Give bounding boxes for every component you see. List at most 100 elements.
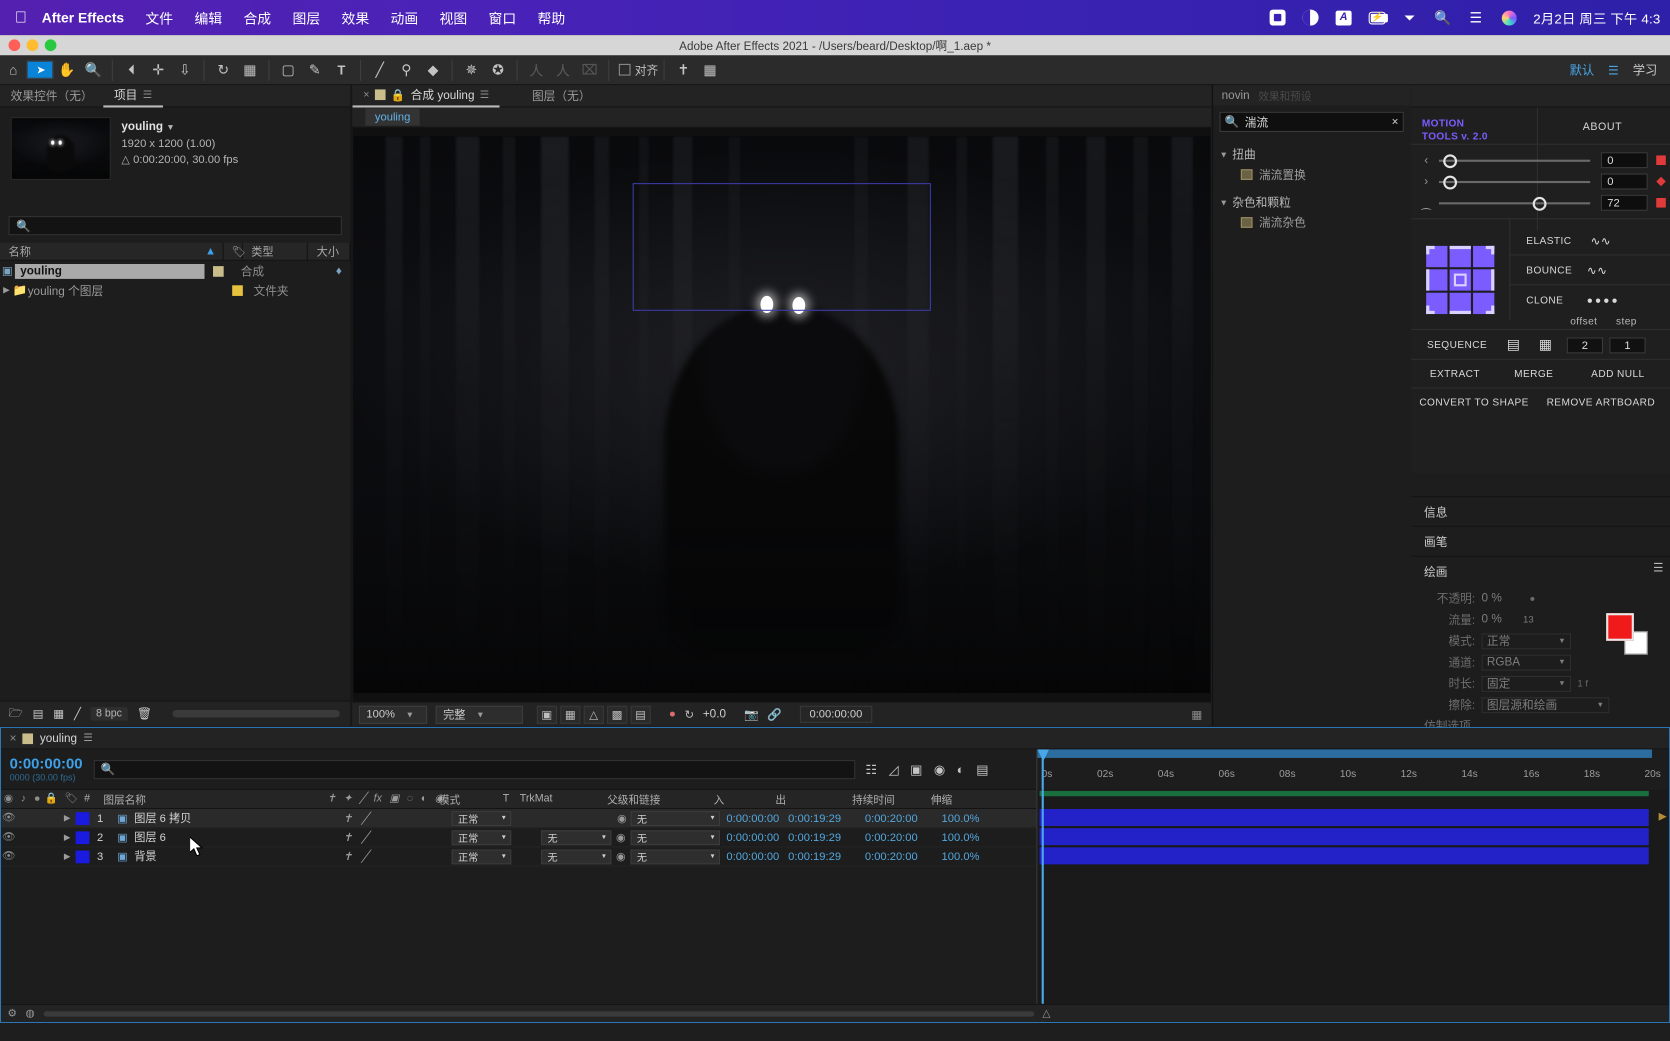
chevron-right-icon[interactable]: › [1420, 176, 1433, 189]
paint-erase-select[interactable]: 图层源和绘画 ▼ [1481, 696, 1610, 713]
close-icon[interactable]: × [363, 89, 369, 101]
project-row-folder[interactable]: ▶ 📁 youling 个图层 文件夹 [0, 281, 350, 299]
chevron-down-icon[interactable]: ▼ [1220, 150, 1228, 160]
anchor-middle-right[interactable] [1473, 269, 1495, 291]
battery-charging-icon[interactable]: ⚡ [1368, 9, 1388, 26]
layer-stretch[interactable]: 100.0% [937, 850, 990, 863]
adjustment-icon[interactable]: ◐ [421, 793, 427, 805]
sort-ascending-icon[interactable]: ▲ [205, 245, 222, 258]
paint-field-opacity[interactable]: 不透明: 0 % ● [1411, 588, 1670, 609]
unified-camera-tool[interactable]: ✛ [145, 57, 172, 83]
slider-value-right[interactable]: 0 [1600, 173, 1648, 190]
region-of-interest-tool[interactable]: ▦ [236, 57, 263, 83]
snapshot-icon[interactable]: 📷 [744, 707, 759, 721]
sequence-offset-value[interactable]: 2 [1566, 337, 1603, 354]
slider-indicator-left[interactable] [1656, 155, 1666, 165]
chevron-right-icon[interactable]: ▶ [59, 832, 76, 842]
tab-partial-label[interactable]: novin [1213, 89, 1250, 102]
solo-icon[interactable]: ● [31, 793, 44, 805]
paint-field-erase[interactable]: 擦除: 图层源和绘画 ▼ [1411, 694, 1670, 715]
layer-label-color[interactable] [75, 850, 90, 863]
chevron-right-icon[interactable]: ▶ [59, 813, 76, 823]
column-in[interactable]: 入 [714, 791, 776, 807]
contrast-icon[interactable] [1302, 9, 1319, 26]
convert-to-shape-button[interactable]: CONVERT TO SHAPE [1416, 390, 1533, 416]
paint-channels-select[interactable]: RGBA ▼ [1481, 654, 1572, 671]
layer-in[interactable]: 0:00:00:00 [720, 850, 782, 863]
puppet-pin-tool[interactable]: ✪ [485, 57, 512, 83]
column-type[interactable]: 类型 [243, 242, 309, 261]
chevron-down-icon[interactable]: ▼ [1220, 197, 1228, 207]
workspace-default[interactable]: 默认 [1570, 61, 1594, 78]
layer-bar-3[interactable] [1039, 847, 1649, 865]
layer-label-color[interactable] [75, 811, 90, 825]
clear-search-icon[interactable]: × [1392, 115, 1399, 128]
chevron-right-icon[interactable]: ▶ [0, 285, 13, 295]
siri-icon[interactable] [1500, 9, 1517, 26]
composition-canvas[interactable] [353, 136, 1210, 693]
composition-preview-icon[interactable]: ▦ [697, 57, 724, 83]
column-label-swatch[interactable]: 🏷 [224, 242, 246, 261]
menu-item-layer[interactable]: 图层 [292, 7, 320, 27]
add-null-button[interactable]: ADD NULL [1575, 361, 1660, 387]
timeline-horizontal-scrollbar[interactable] [43, 1010, 1034, 1017]
project-row-label-color[interactable] [232, 284, 243, 296]
anchor-point-grid[interactable] [1426, 245, 1495, 315]
tab-effects-and-presets-label[interactable]: 效果和预设 [1258, 87, 1311, 104]
channel-icon[interactable]: ● [669, 708, 676, 721]
brush-tool[interactable]: ╱ [366, 57, 393, 83]
work-area-bar[interactable] [1037, 749, 1652, 758]
resolution-select[interactable]: 完整 ▼ [435, 705, 523, 724]
column-size[interactable]: 大小 [308, 242, 351, 261]
hide-shy-layers-icon[interactable]: ▣ [910, 762, 922, 777]
puppet-starch-tool[interactable]: 人 [550, 57, 577, 83]
composition-viewer[interactable] [352, 127, 1212, 702]
control-center-icon[interactable]: ☰ [1467, 9, 1484, 26]
apple-logo-icon[interactable]:  [15, 10, 27, 26]
draft-3d-icon[interactable]: ◿ [889, 762, 899, 777]
slider-indicator-collapse[interactable] [1656, 197, 1666, 208]
roto-brush-tool[interactable]: ✵ [458, 57, 485, 83]
remove-artboard-button[interactable]: REMOVE ARTBOARD [1537, 390, 1665, 416]
layer-bar-2[interactable] [1039, 828, 1649, 846]
close-icon[interactable]: × [10, 732, 17, 745]
chevron-right-icon[interactable]: ▶ [59, 852, 76, 862]
layer-trkmat-select[interactable]: 无 ▼ [541, 848, 612, 864]
project-row-label-color[interactable] [213, 265, 224, 277]
timeline-zoom-out-icon[interactable]: ◍ [26, 1008, 35, 1020]
audio-icon[interactable]: ♪ [16, 793, 31, 805]
tab-layer[interactable]: 图层（无） [521, 85, 601, 107]
composition-mini-flowchart-icon[interactable]: ☷ [865, 762, 876, 777]
parent-pickwhip-icon[interactable]: ◉ [611, 831, 630, 844]
shy-icon[interactable]: ✝ [343, 831, 352, 844]
quality-icon[interactable]: ╱ [360, 793, 366, 805]
quality-icon[interactable]: ╱ [362, 812, 369, 825]
menu-item-help[interactable]: 帮助 [538, 7, 566, 27]
pan-behind-tool[interactable]: ⇩ [171, 57, 198, 83]
column-name[interactable]: 名称 ▲ [0, 242, 224, 261]
paint-opacity-value[interactable]: 0 % [1482, 592, 1502, 605]
tab-project[interactable]: 项目 ☰ [103, 85, 163, 107]
input-source-A-icon[interactable]: A [1335, 9, 1352, 26]
project-row-name[interactable]: youling [14, 263, 205, 279]
project-settings-icon[interactable]: ▦ [53, 707, 64, 721]
snapping-checkbox[interactable] [618, 63, 631, 76]
clone-button[interactable]: CLONE ●●●● [1518, 286, 1667, 314]
new-folder-icon[interactable]: 🗁 [9, 704, 24, 724]
show-snapshot-icon[interactable]: 🔗 [767, 707, 782, 721]
column-duration[interactable]: 持续时间 [852, 791, 931, 807]
puppet-overlap-tool[interactable]: 人 [523, 57, 550, 83]
toggle-transparency-grid-icon[interactable]: ▦ [560, 705, 581, 724]
layer-in[interactable]: 0:00:00:00 [720, 831, 782, 844]
column-mode[interactable]: 模式 [439, 791, 503, 807]
layer-duration[interactable]: 0:00:20:00 [858, 812, 937, 825]
layer-in[interactable]: 0:00:00:00 [720, 812, 782, 825]
paint-duration-select[interactable]: 固定 ▼ [1481, 675, 1572, 692]
lock-icon[interactable]: 🔒 [44, 793, 59, 805]
time-indicator-line[interactable] [1041, 749, 1044, 790]
frame-blend-icon[interactable]: ▣ [389, 793, 399, 805]
menu-item-effect[interactable]: 效果 [341, 7, 369, 27]
time-indicator-line[interactable] [1041, 789, 1044, 1022]
shy-icon[interactable]: ✝ [343, 812, 352, 825]
clone-stamp-tool[interactable]: ⚲ [393, 57, 420, 83]
